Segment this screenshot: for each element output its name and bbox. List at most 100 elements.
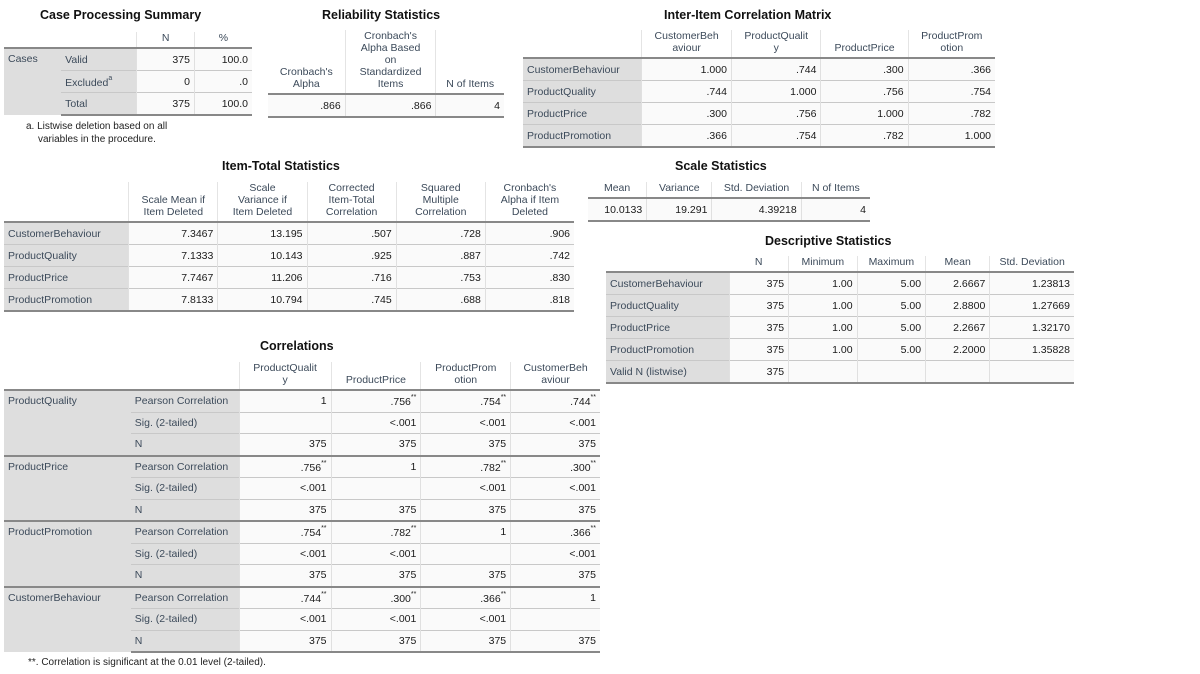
col-header: N of Items	[800, 182, 870, 198]
significance-marker: **	[590, 459, 596, 467]
cell-value: 375	[309, 503, 327, 516]
stat-label: N	[130, 629, 240, 653]
cell: <.001	[238, 608, 332, 630]
cell: .366	[907, 57, 995, 81]
cell: 1.27669	[989, 294, 1074, 317]
cell: 2.2000	[925, 338, 990, 361]
cell: .754	[907, 80, 995, 103]
cell-value: <.001	[299, 613, 327, 626]
cell: 19.291	[646, 197, 712, 222]
cell: <.001	[510, 411, 600, 434]
cell: <.001	[510, 477, 600, 499]
col-header: ProductProm otion	[420, 362, 511, 390]
cell-value: .756	[390, 396, 411, 409]
cell: 375	[510, 564, 600, 587]
cell-value: .744	[570, 396, 591, 409]
cell: 375	[238, 433, 332, 456]
col-header: Std. Deviation	[989, 256, 1074, 272]
cell-value: 375	[309, 634, 327, 647]
table-row: Cases Valid 375 100.0	[4, 47, 252, 115]
significance-marker: **	[410, 394, 417, 402]
cell-value: .754	[300, 527, 322, 540]
descriptive-table: N Minimum Maximum Mean Std. Deviation Cu…	[606, 256, 1074, 384]
col-header: ProductPrice	[330, 362, 421, 390]
correlations-title: Correlations	[260, 339, 334, 353]
row-group-label: Cases	[4, 47, 62, 115]
table-row: CustomerBehaviour Pearson Correlation .744…	[4, 585, 600, 652]
cell: 1.000	[730, 80, 821, 103]
cell-value: 1	[410, 460, 417, 473]
col-header: CustomerBeh aviour	[641, 30, 732, 58]
cell: 375	[420, 564, 511, 587]
significance-marker: **	[500, 459, 507, 467]
cell-value: 375	[309, 438, 327, 451]
table-row: CustomerBehaviour 375 1.00 5.00 2.6667 1.2381…	[606, 271, 1074, 295]
cell: 375	[728, 338, 789, 361]
cell-value: .744	[300, 592, 322, 605]
cell	[925, 360, 990, 384]
cell-value: <.001	[569, 547, 596, 560]
cell: 11.206	[217, 266, 308, 289]
table-row: ProductQuality 375 1.00 5.00 2.8800 1.27669	[606, 294, 1074, 317]
cell-value: .756	[300, 461, 322, 474]
cell: 375	[330, 564, 421, 587]
case-processing-title: Case Processing Summary	[40, 8, 202, 22]
cell: 1.35828	[989, 338, 1074, 361]
cell: 7.1333	[128, 244, 218, 267]
stat-label: Sig. (2-tailed)	[130, 411, 240, 434]
cell-value: 1	[590, 591, 596, 604]
cell: <.001	[420, 411, 511, 434]
table-row: Valid N (listwise) 375	[606, 360, 1074, 384]
cell-value: .366	[570, 527, 591, 540]
scale-stats-title: Scale Statistics	[675, 159, 767, 173]
cell: 1.32170	[989, 316, 1074, 339]
cell-value: <.001	[299, 547, 327, 560]
cell: 375	[238, 564, 332, 587]
col-header: ProductQualit y	[238, 362, 332, 390]
cell-value: 1	[500, 526, 507, 539]
cell: 375	[510, 498, 600, 521]
cell: 375	[420, 498, 511, 521]
row-label: ProductQuality	[523, 80, 642, 103]
case-processing-table: N % Cases Valid 375 100.0 Excludeda 0 .0…	[4, 32, 252, 116]
cell: 375	[330, 433, 421, 456]
cell-value: 375	[488, 438, 507, 451]
cell: .366**	[510, 520, 600, 543]
cell: 4.39218	[711, 197, 802, 222]
cell: 10.794	[217, 288, 308, 312]
significance-marker: **	[590, 525, 596, 533]
cell: 375	[728, 271, 789, 295]
cell: 4	[800, 197, 870, 222]
scale-stats-table: Mean Variance Std. Deviation N of Items …	[588, 182, 870, 222]
col-header: ProductProm otion	[907, 30, 995, 58]
row-group-label: ProductPromotion	[4, 520, 131, 587]
cell: 375	[238, 498, 332, 521]
cell	[788, 360, 858, 384]
cell: <.001	[330, 542, 421, 565]
significance-marker: **	[500, 590, 507, 598]
row-label: ProductPromotion	[523, 124, 642, 148]
cell: 375	[136, 92, 195, 116]
significance-marker: **	[321, 459, 327, 467]
table-row: ProductQuality 7.1333 10.143.925.887.742	[4, 244, 574, 267]
cell	[420, 542, 511, 565]
cell	[856, 360, 926, 384]
cell-value: 375	[578, 634, 596, 647]
cell: .925	[306, 244, 397, 267]
cell: .745	[306, 288, 397, 312]
cell: <.001	[330, 608, 421, 630]
cell: .866	[344, 93, 436, 118]
stat-label: N	[130, 433, 240, 456]
cell: .744**	[238, 585, 332, 609]
stat-label: Sig. (2-tailed)	[130, 608, 240, 630]
cell-value: 375	[488, 569, 507, 582]
cell: .744	[730, 57, 821, 81]
cell: .744	[641, 80, 732, 103]
cell: .300	[641, 102, 732, 125]
cell: 375	[330, 629, 421, 653]
row-label: ProductPromotion	[4, 288, 129, 312]
table-row: CustomerBehaviour 1.000.744.300.366	[523, 57, 995, 81]
cell: .688	[395, 288, 486, 312]
cell: .742	[484, 244, 574, 267]
cell	[238, 411, 332, 434]
